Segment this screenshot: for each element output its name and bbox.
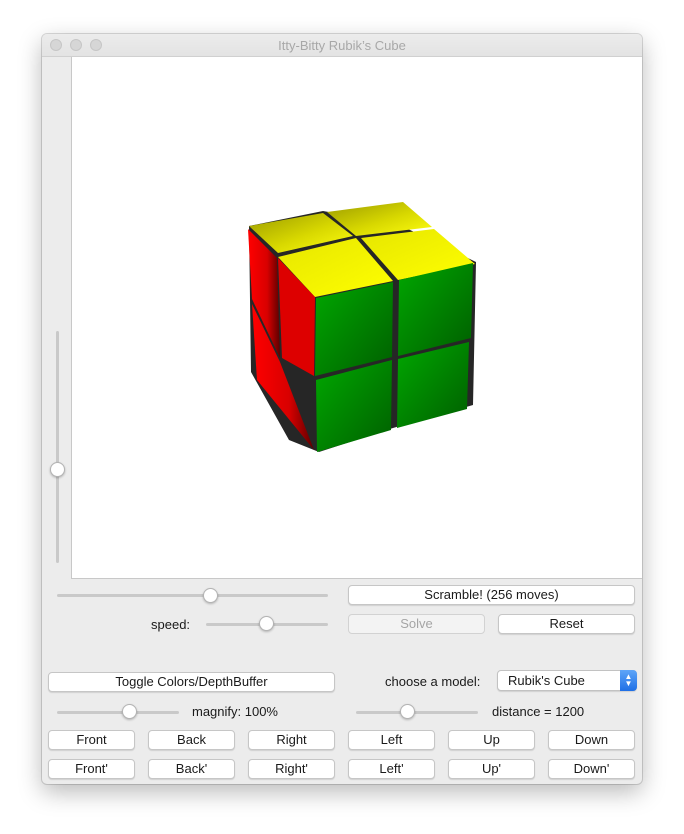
front-button[interactable]: Front <box>48 730 135 750</box>
rotation-slider-knob[interactable] <box>203 588 218 603</box>
up-prime-button[interactable]: Up' <box>448 759 535 779</box>
right-button[interactable]: Right <box>248 730 335 750</box>
down-prime-button[interactable]: Down' <box>548 759 635 779</box>
model-select[interactable]: Rubik's Cube ▲ ▼ <box>497 670 637 691</box>
vertical-slider-knob[interactable] <box>50 462 65 477</box>
left-button[interactable]: Left <box>348 730 435 750</box>
front-prime-button[interactable]: Front' <box>48 759 135 779</box>
window-title: Itty-Bitty Rubik’s Cube <box>278 38 406 53</box>
magnify-slider-knob[interactable] <box>122 704 137 719</box>
model-label: choose a model: <box>385 674 481 689</box>
solve-button[interactable]: Solve <box>348 614 485 634</box>
reset-button[interactable]: Reset <box>498 614 635 634</box>
scramble-button[interactable]: Scramble! (256 moves) <box>348 585 635 605</box>
back-prime-button[interactable]: Back' <box>148 759 235 779</box>
right-prime-button[interactable]: Right' <box>248 759 335 779</box>
chevron-updown-icon: ▲ ▼ <box>620 670 637 691</box>
rotation-slider-track[interactable] <box>57 594 328 597</box>
distance-label: distance = 1200 <box>492 704 585 719</box>
speed-slider-knob[interactable] <box>259 616 274 631</box>
app-window: Itty-Bitty Rubik’s Cube Scramble! (256 m… <box>42 34 642 784</box>
model-select-value: Rubik's Cube <box>508 673 585 688</box>
toggle-colors-button[interactable]: Toggle Colors/DepthBuffer <box>48 672 335 692</box>
distance-slider-knob[interactable] <box>400 704 415 719</box>
vertical-slider-track[interactable] <box>56 331 59 563</box>
magnify-label: magnify: 100% <box>192 704 278 719</box>
up-button[interactable]: Up <box>448 730 535 750</box>
left-prime-button[interactable]: Left' <box>348 759 435 779</box>
magnify-slider-track[interactable] <box>57 711 179 714</box>
down-button[interactable]: Down <box>548 730 635 750</box>
cube-canvas[interactable] <box>71 57 642 579</box>
distance-slider-track[interactable] <box>356 711 478 714</box>
title-bar: Itty-Bitty Rubik’s Cube <box>42 34 642 57</box>
back-button[interactable]: Back <box>148 730 235 750</box>
rubiks-cube-graphic <box>248 202 476 452</box>
speed-label: speed: <box>151 617 191 632</box>
